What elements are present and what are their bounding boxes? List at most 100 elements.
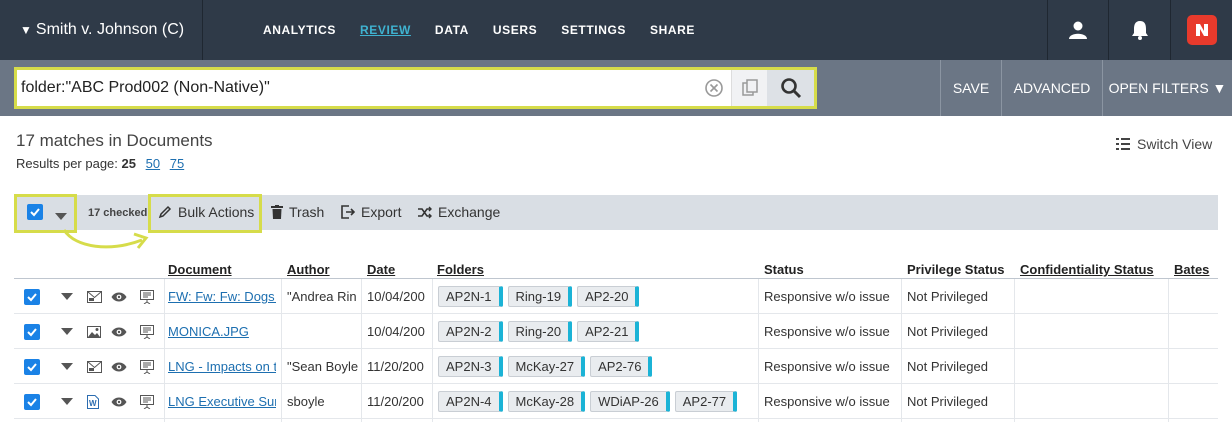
per-page-option-50[interactable]: 50 <box>146 156 160 171</box>
eye-icon[interactable] <box>111 327 127 337</box>
search-bar: SAVE ADVANCED OPEN FILTERS ▼ <box>0 60 1232 116</box>
folder-tag[interactable]: AP2N-3 <box>438 356 503 377</box>
document-link[interactable]: FW: Fw: Fw: Dogs a <box>168 289 276 304</box>
chevron-down-icon[interactable] <box>55 208 67 226</box>
trash-button[interactable]: Trash <box>271 204 324 220</box>
folder-tag[interactable]: AP2N-1 <box>438 286 503 307</box>
chevron-down-icon[interactable] <box>61 362 73 371</box>
pencil-icon <box>158 205 172 219</box>
exchange-button[interactable]: Exchange <box>417 204 500 220</box>
folder-tag[interactable]: AP2-21 <box>577 321 640 342</box>
folders-cell: AP2N-3 McKay-27 AP2-76 <box>438 349 758 384</box>
folder-tag[interactable]: WDiAP-26 <box>590 391 670 412</box>
privilege-cell: Not Privileged <box>907 359 988 374</box>
folders-cell: AP2N-2 Ring-20 AP2-21 <box>438 314 758 349</box>
search-icon[interactable] <box>767 70 814 106</box>
author-cell: "Sean Boyle <box>287 359 359 374</box>
per-page-option-75[interactable]: 75 <box>170 156 184 171</box>
bulk-actions-button[interactable]: Bulk Actions <box>158 204 254 220</box>
eye-icon[interactable] <box>111 397 127 407</box>
date-cell: 11/20/200 <box>367 394 424 409</box>
switch-view-button[interactable]: Switch View <box>1116 136 1212 152</box>
case-selector[interactable]: ▼ Smith v. Johnson (C) <box>0 0 203 60</box>
nav-data[interactable]: DATA <box>435 23 469 37</box>
privilege-cell: Not Privileged <box>907 289 988 304</box>
table-row: LNG - Impacts on t "Sean Boyle 11/20/200… <box>14 349 1218 384</box>
top-nav: ▼ Smith v. Johnson (C) ANALYTICS REVIEW … <box>0 0 1232 60</box>
folder-tag[interactable]: AP2-77 <box>674 391 738 412</box>
document-link[interactable]: MONICA.JPG <box>168 324 249 339</box>
chevron-down-icon[interactable] <box>61 327 73 336</box>
advanced-button[interactable]: ADVANCED <box>1001 60 1102 116</box>
copy-icon[interactable] <box>731 70 767 106</box>
nav-share[interactable]: SHARE <box>650 23 695 37</box>
status-cell: Responsive w/o issue <box>764 359 890 374</box>
column-header-status: Status <box>764 262 804 277</box>
table-row: FW: Fw: Fw: Dogs a "Andrea Rin 10/04/200… <box>14 279 1218 314</box>
image-icon <box>87 325 101 338</box>
column-header-author[interactable]: Author <box>287 262 330 277</box>
eye-icon[interactable] <box>111 292 127 302</box>
date-cell: 11/20/200 <box>367 359 424 374</box>
folder-tag[interactable]: AP2N-4 <box>438 391 503 412</box>
row-checkbox[interactable] <box>24 393 40 410</box>
presentation-icon[interactable] <box>140 359 154 374</box>
nav-settings[interactable]: SETTINGS <box>561 23 626 37</box>
trash-icon <box>271 205 283 219</box>
nav-users[interactable]: USERS <box>493 23 537 37</box>
svg-text:W: W <box>89 399 97 408</box>
row-checkbox[interactable] <box>24 358 40 375</box>
select-all-checkbox[interactable] <box>27 204 43 220</box>
column-header-privilege: Privilege Status <box>907 262 1005 277</box>
nav-review[interactable]: REVIEW <box>360 23 411 37</box>
brand-logo-icon[interactable] <box>1170 0 1232 60</box>
chevron-down-icon[interactable] <box>61 397 73 406</box>
search-input[interactable] <box>21 74 701 102</box>
bell-icon[interactable] <box>1108 0 1170 60</box>
trash-label: Trash <box>289 204 325 220</box>
export-button[interactable]: Export <box>341 204 401 220</box>
case-caret: ▼ <box>20 23 32 37</box>
exchange-label: Exchange <box>438 204 501 220</box>
document-link[interactable]: LNG Executive Sun <box>168 394 276 409</box>
nav-analytics[interactable]: ANALYTICS <box>263 23 336 37</box>
case-title: Smith v. Johnson (C) <box>35 21 185 38</box>
folder-tag[interactable]: AP2-20 <box>577 286 640 307</box>
list-icon <box>1116 138 1130 150</box>
user-icon[interactable] <box>1047 0 1108 60</box>
presentation-icon[interactable] <box>140 324 154 339</box>
export-label: Export <box>361 204 402 220</box>
row-checkbox[interactable] <box>24 288 40 305</box>
document-link[interactable]: LNG - Impacts on t <box>168 359 276 374</box>
open-filters-button[interactable]: OPEN FILTERS ▼ <box>1102 60 1232 116</box>
exchange-icon <box>418 206 432 218</box>
presentation-icon[interactable] <box>140 289 154 304</box>
folders-cell: AP2N-4 McKay-28 WDiAP-26 AP2-77 <box>438 384 758 419</box>
folder-tag[interactable]: Ring-19 <box>507 286 573 307</box>
folder-tag[interactable]: McKay-28 <box>507 391 586 412</box>
save-button[interactable]: SAVE <box>940 60 1001 116</box>
row-checkbox[interactable] <box>24 323 40 340</box>
results-per-page: Results per page: 25 50 75 <box>16 156 184 171</box>
column-header-confidentiality[interactable]: Confidentiality Status <box>1020 262 1154 277</box>
clear-icon[interactable] <box>701 75 727 101</box>
search-box <box>14 67 817 109</box>
checked-count: 17 checked <box>88 207 148 219</box>
column-header-document[interactable]: Document <box>168 262 232 277</box>
eye-icon[interactable] <box>111 362 127 372</box>
chevron-down-icon[interactable] <box>61 292 73 301</box>
table-row: MONICA.JPG 10/04/200 AP2N-2 Ring-20 AP2-21… <box>14 314 1218 349</box>
column-header-folders[interactable]: Folders <box>437 262 484 277</box>
author-cell: sboyle <box>287 394 325 409</box>
presentation-icon[interactable] <box>140 394 154 409</box>
status-cell: Responsive w/o issue <box>764 289 890 304</box>
main-nav: ANALYTICS REVIEW DATA USERS SETTINGS SHA… <box>263 0 719 60</box>
folder-tag[interactable]: AP2N-2 <box>438 321 503 342</box>
folder-tag[interactable]: Ring-20 <box>507 321 573 342</box>
per-page-option-25[interactable]: 25 <box>122 156 136 171</box>
column-header-bates[interactable]: Bates <box>1174 262 1209 277</box>
folder-tag[interactable]: McKay-27 <box>507 356 586 377</box>
folder-tag[interactable]: AP2-76 <box>590 356 653 377</box>
bulk-actions-label: Bulk Actions <box>178 204 255 220</box>
column-header-date[interactable]: Date <box>367 262 395 277</box>
